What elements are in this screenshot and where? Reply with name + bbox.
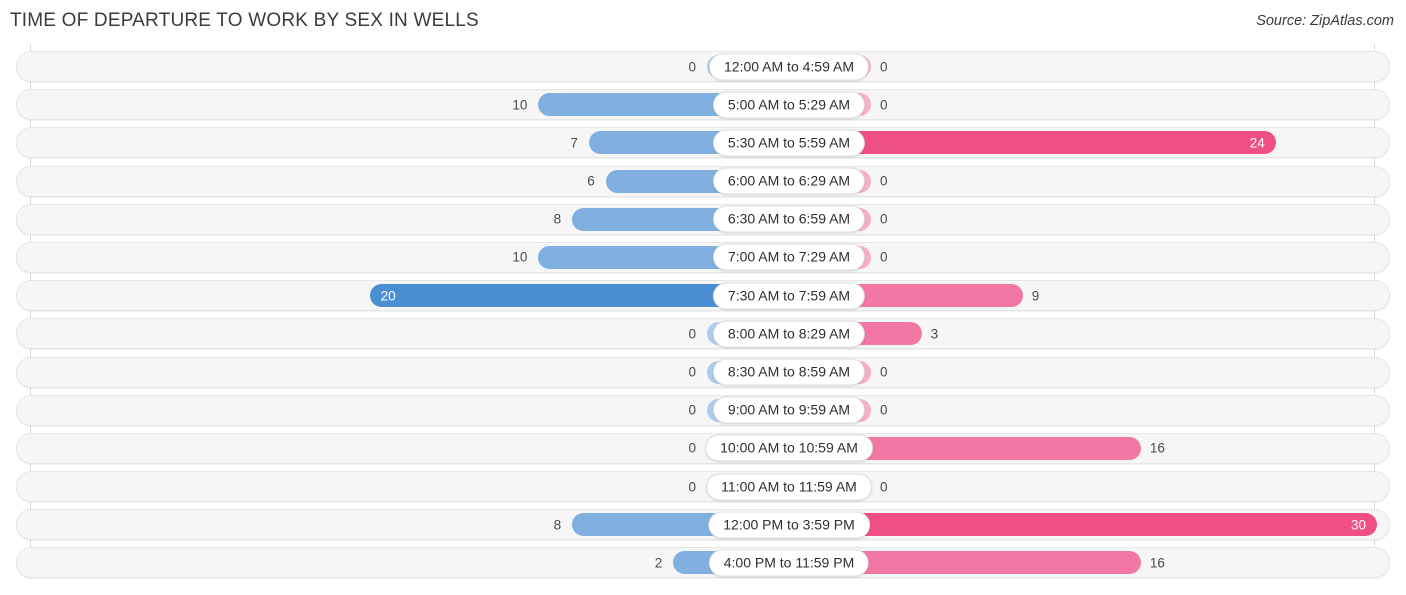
female-value-label: 0 [880, 364, 888, 380]
table-row[interactable]: 10 0 5:00 AM to 5:29 AM [16, 89, 1390, 121]
female-value-label: 24 [1249, 135, 1265, 151]
category-label: 5:30 AM to 5:59 AM [712, 129, 866, 157]
female-value-label: 0 [880, 479, 888, 495]
source-attribution: Source: ZipAtlas.com [1256, 13, 1394, 29]
row-track: 0 0 11:00 AM to 11:59 AM [17, 472, 1389, 501]
female-value-label: 0 [880, 211, 888, 227]
table-row[interactable]: 0 3 8:00 AM to 8:29 AM [16, 318, 1390, 350]
row-track: 6 0 6:00 AM to 6:29 AM [17, 167, 1389, 196]
female-value-label: 0 [880, 249, 888, 265]
table-row[interactable]: 0 0 11:00 AM to 11:59 AM [16, 471, 1390, 503]
category-label: 12:00 AM to 4:59 AM [709, 53, 869, 80]
male-value-label: 2 [654, 555, 663, 571]
category-label: 10:00 AM to 10:59 AM [705, 434, 873, 462]
page-title: TIME OF DEPARTURE TO WORK BY SEX IN WELL… [10, 10, 479, 31]
male-value-label: 8 [553, 517, 562, 533]
table-row[interactable]: 7 24 5:30 AM to 5:59 AM [16, 127, 1390, 159]
chart-plot-area: 0 0 12:00 AM to 4:59 AM 10 0 5:00 AM to 5:29 … [0, 44, 1406, 579]
category-label: 12:00 PM to 3:59 PM [708, 511, 870, 539]
female-bar[interactable]: 30 [789, 513, 1377, 537]
female-value-label: 30 [1350, 517, 1366, 533]
table-row[interactable]: 6 0 6:00 AM to 6:29 AM [16, 165, 1390, 197]
row-track: 0 0 12:00 AM to 4:59 AM [17, 52, 1389, 81]
table-row[interactable]: 0 0 8:30 AM to 8:59 AM [16, 356, 1390, 388]
male-value-label: 6 [587, 173, 595, 189]
category-label: 4:00 PM to 11:59 PM [708, 549, 870, 577]
male-value-label: 0 [688, 479, 696, 495]
table-row[interactable]: 8 0 6:30 AM to 6:59 AM [16, 203, 1390, 235]
table-row[interactable]: 10 0 7:00 AM to 7:29 AM [16, 241, 1390, 273]
bar-rows-container: 0 0 12:00 AM to 4:59 AM 10 0 5:00 AM to 5:29 … [0, 44, 1406, 579]
row-track: 0 0 8:30 AM to 8:59 AM [17, 358, 1389, 387]
male-value-label: 10 [512, 249, 528, 265]
table-row[interactable]: 0 0 9:00 AM to 9:59 AM [16, 394, 1390, 426]
female-value-label: 3 [930, 326, 939, 342]
category-label: 11:00 AM to 11:59 AM [706, 473, 872, 501]
table-row[interactable]: 8 30 12:00 PM to 3:59 PM [16, 509, 1390, 541]
row-track: 8 30 12:00 PM to 3:59 PM [17, 510, 1389, 539]
category-label: 5:00 AM to 5:29 AM [712, 91, 866, 119]
category-label: 8:00 AM to 8:29 AM [712, 320, 866, 348]
table-row[interactable]: 2 16 4:00 PM to 11:59 PM [16, 547, 1390, 579]
table-row[interactable]: 9 20 7:30 AM to 7:59 AM [16, 280, 1390, 312]
male-value-label: 0 [688, 402, 696, 418]
category-label: 6:00 AM to 6:29 AM [712, 167, 866, 195]
row-track: 7 24 5:30 AM to 5:59 AM [17, 128, 1389, 157]
male-value-label: 0 [688, 59, 696, 74]
male-value-label: 8 [553, 211, 562, 227]
row-track: 10 0 7:00 AM to 7:29 AM [17, 243, 1389, 272]
male-value-label: 20 [380, 288, 396, 304]
male-value-label: 7 [570, 135, 578, 151]
female-value-label: 16 [1149, 440, 1165, 456]
male-value-label: 0 [688, 440, 696, 456]
category-label: 7:00 AM to 7:29 AM [712, 243, 866, 271]
category-label: 7:30 AM to 7:59 AM [712, 282, 866, 310]
male-value-label: 0 [688, 364, 696, 380]
chart-header: TIME OF DEPARTURE TO WORK BY SEX IN WELL… [0, 0, 1406, 44]
male-value-label: 10 [512, 97, 528, 113]
row-track: 0 16 10:00 AM to 10:59 AM [17, 434, 1389, 463]
female-value-label: 0 [880, 59, 888, 74]
category-label: 8:30 AM to 8:59 AM [712, 358, 866, 386]
table-row[interactable]: 0 16 10:00 AM to 10:59 AM [16, 432, 1390, 464]
row-track: 0 3 8:00 AM to 8:29 AM [17, 319, 1389, 348]
female-value-label: 16 [1149, 555, 1165, 571]
category-label: 9:00 AM to 9:59 AM [712, 396, 866, 424]
category-label: 6:30 AM to 6:59 AM [712, 205, 866, 233]
row-track: 8 0 6:30 AM to 6:59 AM [17, 205, 1389, 234]
table-row[interactable]: 0 0 12:00 AM to 4:59 AM [16, 51, 1390, 82]
row-track: 2 16 4:00 PM to 11:59 PM [17, 548, 1389, 577]
row-track: 10 0 5:00 AM to 5:29 AM [17, 90, 1389, 119]
female-value-label: 0 [880, 402, 888, 418]
female-value-label: 0 [880, 97, 888, 113]
female-value-label: 0 [880, 173, 888, 189]
female-value-label: 9 [1031, 288, 1040, 304]
male-value-label: 0 [688, 326, 696, 342]
row-track: 9 20 7:30 AM to 7:59 AM [17, 281, 1389, 310]
row-track: 0 0 9:00 AM to 9:59 AM [17, 396, 1389, 425]
